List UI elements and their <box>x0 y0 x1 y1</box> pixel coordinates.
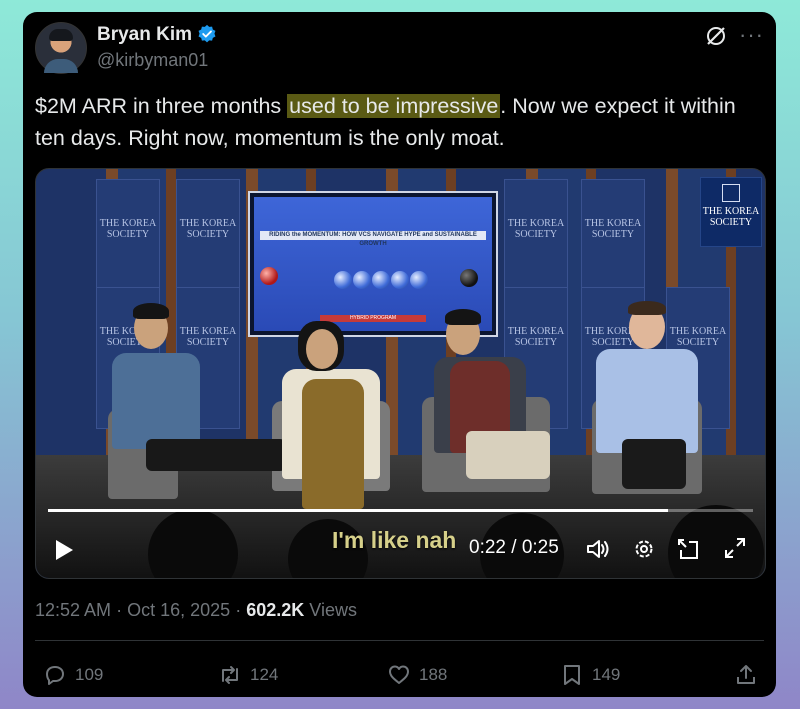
banner-text: THE KOREA SOCIETY <box>507 326 565 348</box>
meta-separator: · <box>116 600 123 620</box>
reply-button[interactable]: 109 <box>43 663 103 687</box>
settings-icon[interactable] <box>632 537 656 561</box>
reply-count: 109 <box>75 665 104 684</box>
tweet-text: $2M ARR in three months used to be impre… <box>35 90 765 154</box>
more-options-icon[interactable]: ··· <box>739 22 764 48</box>
heart-icon <box>389 665 409 684</box>
screen-headline: RIDING the MOMENTUM: HOW VCS NAVIGATE HY… <box>260 231 486 247</box>
share-button[interactable] <box>734 663 766 687</box>
reply-icon <box>46 666 64 685</box>
banner-text: THE KOREA SOCIETY <box>669 326 727 348</box>
picture-in-picture-icon[interactable] <box>676 537 700 561</box>
screen-program: HYBRID PROGRAM <box>320 315 426 322</box>
bookmark-count: 149 <box>592 665 621 684</box>
red-ball <box>260 267 278 285</box>
views-label: Views <box>309 600 357 620</box>
repost-icon <box>222 666 238 684</box>
video-progress-fill <box>48 509 669 512</box>
korea-society-logo: THE KOREA SOCIETY <box>700 177 762 247</box>
volume-icon[interactable] <box>585 537 611 561</box>
video-progress-bar[interactable] <box>48 509 753 512</box>
author-handle[interactable]: @kirbyman01 <box>97 50 208 71</box>
fullscreen-icon[interactable] <box>724 537 746 559</box>
banner-text: THE KOREA SOCIETY <box>507 218 565 240</box>
banner-text: THE KOREA SOCIETY <box>179 326 237 348</box>
play-icon[interactable] <box>54 539 74 561</box>
verified-badge-icon <box>198 24 216 43</box>
like-button[interactable]: 188 <box>387 663 447 687</box>
banner-text: THE KOREA SOCIETY <box>584 218 642 240</box>
avatar[interactable] <box>35 22 87 74</box>
banner-text: THE KOREA SOCIETY <box>99 218 157 240</box>
views-count: 602.2K <box>246 600 305 620</box>
tweet-meta: 12:52 AM · Oct 16, 2025 · 602.2K Views <box>35 600 357 621</box>
newton-cradle <box>334 271 429 294</box>
divider <box>35 640 764 641</box>
like-count: 188 <box>419 665 448 684</box>
video-caption: I'm like nah <box>332 527 457 553</box>
bookmark-icon <box>564 665 580 685</box>
banner-text: THE KOREA SOCIETY <box>179 218 237 240</box>
meta-separator: · <box>235 600 242 620</box>
repost-button[interactable]: 124 <box>218 663 278 687</box>
repost-count: 124 <box>250 665 279 684</box>
tweet-text-highlight: used to be impressive <box>287 94 501 118</box>
tweet-card: Bryan Kim @kirbyman01 ··· $2M ARR in thr… <box>23 12 776 697</box>
tweet-time[interactable]: 12:52 AM <box>35 600 111 620</box>
grok-icon[interactable] <box>704 24 728 48</box>
share-icon <box>737 665 755 684</box>
logo-text: THE KOREA SOCIETY <box>702 206 760 228</box>
tweet-text-part: $2M ARR in three months <box>35 94 288 118</box>
video-time: 0:22 / 0:25 <box>469 537 559 558</box>
tweet-date[interactable]: Oct 16, 2025 <box>127 600 230 620</box>
black-ball <box>460 269 478 287</box>
author-name[interactable]: Bryan Kim <box>97 24 192 46</box>
video-player[interactable]: THE KOREA SOCIETY THE KOREA SOCIETY THE … <box>35 168 766 579</box>
bookmark-button[interactable]: 149 <box>560 663 620 687</box>
